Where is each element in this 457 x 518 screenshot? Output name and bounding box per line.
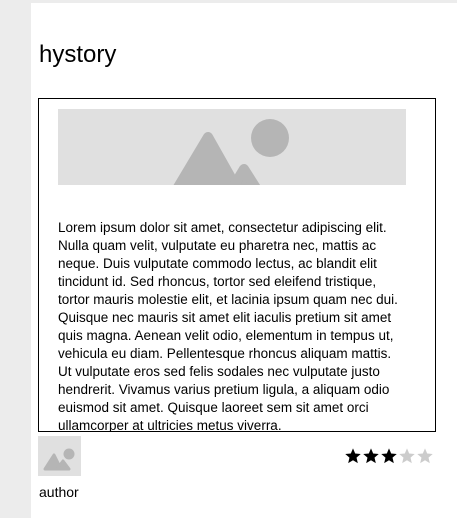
- star-icon[interactable]: [380, 447, 398, 465]
- author-label: author: [39, 484, 79, 500]
- image-placeholder-icon: [58, 109, 406, 185]
- star-rating[interactable]: [344, 447, 434, 469]
- story-card: Lorem ipsum dolor sit amet, consectetur …: [38, 98, 436, 432]
- star-icon[interactable]: [398, 447, 416, 465]
- mountain-shape: [173, 132, 241, 185]
- image-placeholder-icon: [43, 448, 75, 471]
- star-icon[interactable]: [344, 447, 362, 465]
- star-icon[interactable]: [416, 447, 434, 465]
- content-panel: hystory Lorem ipsum dolor sit amet, cons…: [31, 3, 457, 518]
- author-avatar: [38, 436, 81, 476]
- star-icon[interactable]: [362, 447, 380, 465]
- sun-shape: [251, 119, 289, 157]
- page-title: hystory: [39, 41, 117, 68]
- story-body-text: Lorem ipsum dolor sit amet, consectetur …: [58, 220, 398, 432]
